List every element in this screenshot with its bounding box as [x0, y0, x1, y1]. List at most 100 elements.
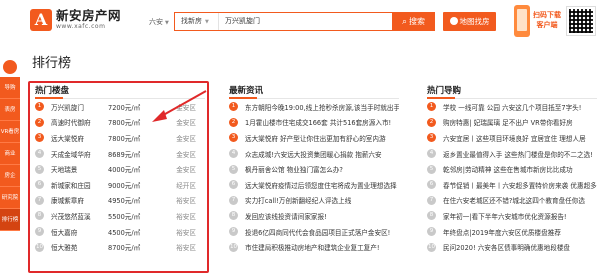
rank-badge: 7 — [427, 195, 436, 205]
chevron-down-icon: ▼ — [205, 19, 209, 25]
list-item[interactable]: 6 春节促销丨最美年丨六安超多置特价房来袭 优惠超多! — [427, 177, 597, 193]
list-item[interactable]: 6 远大棠悦府疫情过后领您度住宅将成为置业理想选择 — [229, 177, 399, 193]
rank-badge: 7 — [229, 195, 238, 205]
rank-badge: 4 — [427, 149, 436, 159]
list-item[interactable]: 8 发回应该线投资请间家家报! — [229, 208, 399, 224]
guide-link[interactable]: 春节促销丨最美年丨六安超多置特价房来袭 优惠超多! — [443, 180, 597, 190]
list-item[interactable]: 1 东方朝阳今晚19:00,线上抢秒杀房源,该当手时就出手 — [229, 99, 399, 115]
list-item[interactable]: 3 六安宜居丨这些项目环境良好 宜居宜住 理想人居 — [427, 130, 597, 146]
guide-link[interactable]: 购房特惠| 妃瑞属璃 足不出户 VR带你看好房 — [443, 117, 597, 127]
sidebar-item-developers[interactable]: 房企 — [0, 165, 20, 187]
list-item[interactable]: 10 民问2020! 六安各区债事明确优惠地段楼盘 — [427, 239, 597, 255]
sidebar-item-tables[interactable]: 表房 — [0, 99, 20, 121]
city-selector[interactable]: 六安 ▼ — [149, 17, 169, 27]
news-link[interactable]: 市住建局积极推动房地产和建筑企业复工复产! — [245, 242, 399, 252]
app-download-line1: 扫码下载 — [533, 11, 561, 19]
news-list: 1 东方朝阳今晚19:00,线上抢秒杀房源,该当手时就出手 2 1月霍山楼市住宅成交1… — [229, 99, 399, 255]
rank-badge: 8 — [427, 211, 436, 221]
guide-link[interactable]: 乾邻房|劳动精神 这些在售城市新房比比成功 — [443, 164, 597, 174]
guide-link[interactable]: 家年初一|看下半年六安城市优化资源报告! — [443, 211, 597, 221]
list-item[interactable]: 7 在住六安老城区还不错?城北这四个教育盘任你选 — [427, 193, 597, 209]
rank-badge: 9 — [229, 227, 238, 237]
rank-badge: 3 — [229, 133, 238, 143]
search-type-select[interactable]: 找新房 ▼ — [175, 13, 219, 30]
guides-column: 热门导购 1 学校 一线可靠 公园 六安这几个项目抵至7字头! 2 购房特惠| 妃瑞属… — [427, 85, 597, 255]
sidebar-item-commercial[interactable]: 商业 — [0, 143, 20, 165]
qr-code-icon — [566, 6, 596, 36]
search-input[interactable]: 万兴凯旋门 — [219, 13, 399, 30]
page-title: 排行榜 — [32, 56, 72, 71]
guides-title: 热门导购 — [427, 85, 597, 99]
list-item[interactable]: 2 购房特惠| 妃瑞属璃 足不出户 VR带你看好房 — [427, 115, 597, 131]
city-label: 六安 — [149, 18, 163, 26]
rank-badge: 10 — [229, 242, 238, 252]
guides-list: 1 学校 一线可靠 公园 六安这几个项目抵至7字头! 2 购房特惠| 妃瑞属璃 足不出… — [427, 99, 597, 255]
map-pin-icon — [449, 17, 458, 25]
list-item[interactable]: 3 远大棠悦府 好产型让你住出更加有舒心的室内游 — [229, 130, 399, 146]
sidebar-item-guide[interactable]: 导购 — [0, 77, 20, 99]
sidebar-item-ranking[interactable]: 排行榜 — [0, 209, 20, 231]
guide-link[interactable]: 在住六安老城区还不错?城北这四个教育盘任你选 — [443, 195, 597, 205]
rank-badge: 1 — [427, 102, 436, 112]
rank-badge: 4 — [229, 149, 238, 159]
news-link[interactable]: 众志成城!六安远大投资集团暖心捐款 抱薪六安 — [245, 149, 399, 159]
search-button-label: 搜索 — [409, 17, 426, 26]
annotation-arrow-icon — [152, 90, 207, 122]
site-logo[interactable]: A 新安房产网 www.xafc.com — [30, 9, 121, 31]
news-link[interactable]: 投退6亿四商同代代会食品园项目正式落户金安区! — [245, 227, 399, 237]
left-sidebar: 导购 表房 VR看房 商业 房企 研究院 排行榜 — [0, 60, 20, 231]
rank-badge: 6 — [229, 180, 238, 190]
map-button-label: 地图找房 — [459, 17, 490, 26]
news-link[interactable]: 远大棠悦府 好产型让你住出更加有舒心的室内游 — [245, 133, 399, 143]
guide-link[interactable]: 学校 一线可靠 公园 六安这几个项目抵至7字头! — [443, 102, 597, 112]
guide-link[interactable]: 年终盘点|2019年度六安区优质楼盘推荐 — [443, 227, 597, 237]
news-title: 最新资讯 — [229, 85, 399, 99]
rank-badge: 6 — [427, 180, 436, 190]
logo-title: 新安房产网 — [56, 8, 122, 23]
app-download-text[interactable]: 扫码下载 客户端 — [532, 10, 562, 30]
rank-badge: 8 — [229, 211, 238, 221]
list-item[interactable]: 4 众志成城!六安远大投资集团暖心捐款 抱薪六安 — [229, 146, 399, 162]
list-item[interactable]: 10 市住建局积极推动房地产和建筑企业复工复产! — [229, 239, 399, 255]
list-item[interactable]: 7 实力打call!万创新翻经纪人评选上线 — [229, 193, 399, 209]
news-link[interactable]: 东方朝阳今晚19:00,线上抢秒杀房源,该当手时就出手 — [245, 102, 399, 112]
news-link[interactable]: 实力打call!万创新翻经纪人评选上线 — [245, 195, 399, 205]
rank-badge: 5 — [229, 164, 238, 174]
list-item[interactable]: 8 家年初一|看下半年六安城市优化资源报告! — [427, 208, 597, 224]
sidebar-item-research[interactable]: 研究院 — [0, 187, 20, 209]
map-search-button[interactable]: 地图找房 — [443, 12, 496, 31]
rank-badge: 2 — [427, 117, 436, 127]
rank-badge: 10 — [427, 242, 436, 252]
list-item[interactable]: 5 乾邻房|劳动精神 这些在售城市新房比比成功 — [427, 161, 597, 177]
list-item[interactable]: 5 枫丹丽舍公馆 物业独门富怎么办? — [229, 161, 399, 177]
rank-badge: 5 — [427, 164, 436, 174]
guide-link[interactable]: 民问2020! 六安各区债事明确优惠地段楼盘 — [443, 242, 597, 252]
search-type-label: 找新房 — [181, 17, 202, 25]
news-link[interactable]: 枫丹丽舍公馆 物业独门富怎么办? — [245, 164, 399, 174]
site-header: A 新安房产网 www.xafc.com 六安 ▼ 找新房 ▼ 万兴凯旋门 ⌕ 搜索 … — [0, 0, 610, 44]
sidebar-item-vr[interactable]: VR看房 — [0, 121, 20, 143]
rank-badge: 9 — [427, 227, 436, 237]
news-link[interactable]: 发回应该线投资请间家家报! — [245, 211, 399, 221]
rank-badge: 3 — [427, 133, 436, 143]
guide-link[interactable]: 六安宜居丨这些项目环境良好 宜居宜住 理想人居 — [443, 133, 597, 143]
search-box: 找新房 ▼ 万兴凯旋门 — [174, 12, 400, 31]
list-item[interactable]: 9 投退6亿四商同代代会食品园项目正式落户金安区! — [229, 224, 399, 240]
news-column: 最新资讯 1 东方朝阳今晚19:00,线上抢秒杀房源,该当手时就出手 2 1月霍山楼市… — [229, 85, 399, 255]
rank-badge: 2 — [229, 117, 238, 127]
search-button[interactable]: ⌕ 搜索 — [392, 12, 435, 31]
list-item[interactable]: 4 返乡置业最值得入手 这些热门楼盘是你的不二之选! — [427, 146, 597, 162]
phone-icon — [514, 5, 530, 37]
chevron-down-icon: ▼ — [165, 20, 169, 26]
guide-link[interactable]: 返乡置业最值得入手 这些热门楼盘是你的不二之选! — [443, 149, 597, 159]
search-icon: ⌕ — [401, 17, 408, 27]
logo-url: www.xafc.com — [56, 23, 106, 30]
list-item[interactable]: 1 学校 一线可靠 公园 六安这几个项目抵至7字头! — [427, 99, 597, 115]
logo-mark-icon: A — [30, 9, 52, 31]
news-link[interactable]: 远大棠悦府疫情过后领您度住宅将成为置业理想选择 — [245, 180, 399, 190]
news-link[interactable]: 1月霍山楼市住宅成交166套 共计516套房源入市! — [245, 117, 399, 127]
list-item[interactable]: 9 年终盘点|2019年度六安区优质楼盘推荐 — [427, 224, 597, 240]
avatar-icon[interactable] — [3, 60, 17, 74]
list-item[interactable]: 2 1月霍山楼市住宅成交166套 共计516套房源入市! — [229, 115, 399, 131]
rank-badge: 1 — [229, 102, 238, 112]
